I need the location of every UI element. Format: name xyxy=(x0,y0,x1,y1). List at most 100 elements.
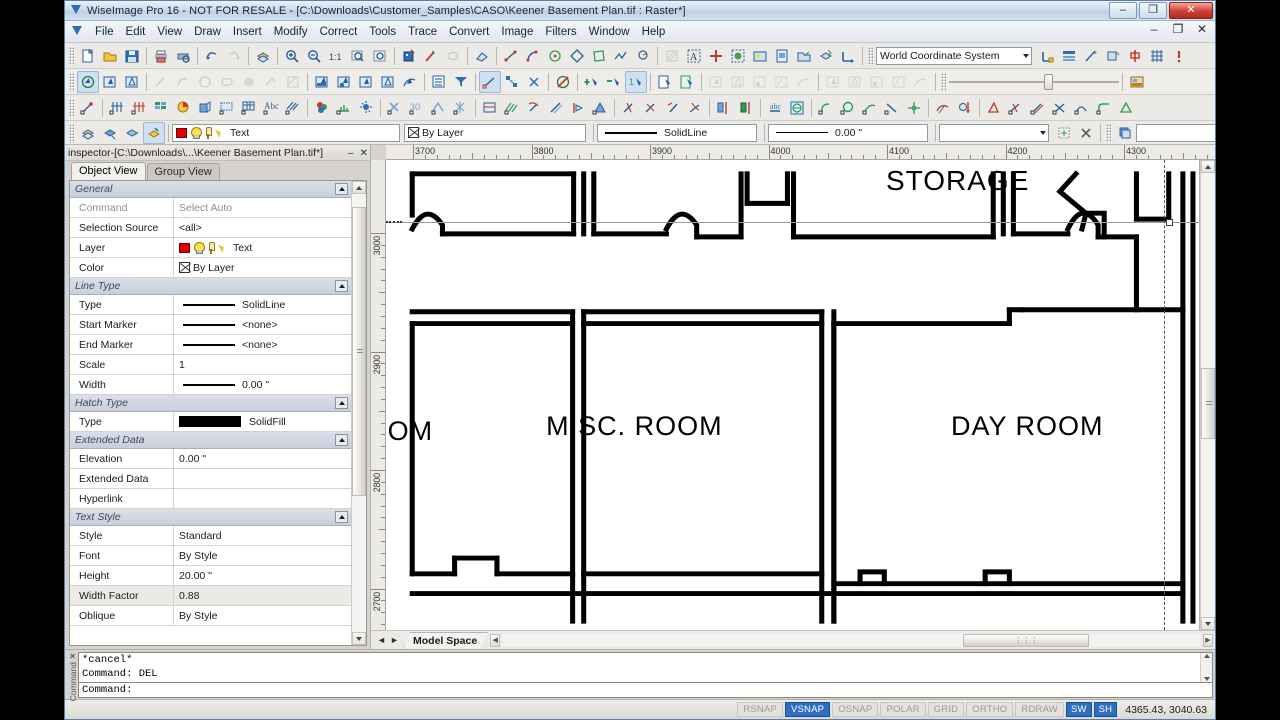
perpendicular-button[interactable] xyxy=(1005,97,1027,119)
menu-window[interactable]: Window xyxy=(583,24,636,40)
property-value[interactable]: By Style xyxy=(174,546,351,565)
collapse-section-button[interactable] xyxy=(335,280,348,292)
layer-manager-button[interactable] xyxy=(77,122,99,144)
despeckle-button[interactable] xyxy=(355,97,377,119)
line-segment-button[interactable] xyxy=(150,71,172,93)
property-value[interactable]: <all> xyxy=(174,218,351,237)
insert-text-button[interactable]: A xyxy=(683,45,705,67)
menu-file[interactable]: File xyxy=(89,24,120,40)
scroll-down-button[interactable] xyxy=(352,632,366,645)
menu-image[interactable]: Image xyxy=(495,24,539,40)
hatch-detect-button[interactable] xyxy=(501,97,523,119)
canvas-scroll-thumb[interactable] xyxy=(1201,368,1215,440)
undo-button[interactable] xyxy=(201,45,223,67)
layer-set-current-button[interactable] xyxy=(143,121,165,144)
raster-select-4-button[interactable] xyxy=(771,71,793,93)
property-row[interactable]: Type SolidLine xyxy=(70,295,351,315)
vector-select-1-button[interactable] xyxy=(822,71,844,93)
property-row[interactable]: Width Factor 0.88 xyxy=(70,586,351,606)
intersect-button[interactable] xyxy=(1049,97,1071,119)
node-move-button[interactable] xyxy=(523,71,545,93)
linetype-combo[interactable]: SolidLine xyxy=(597,123,757,142)
align-left-button[interactable] xyxy=(713,97,735,119)
property-row[interactable]: Color By Layer xyxy=(70,258,351,278)
hscroll-thumb[interactable]: ⋮⋮⋮ xyxy=(963,633,1090,647)
lasso-tool-button[interactable] xyxy=(442,45,464,67)
property-section-general[interactable]: General xyxy=(70,181,351,198)
property-row[interactable]: Font By Style xyxy=(70,546,351,566)
property-value[interactable]: Select Auto xyxy=(174,198,351,217)
vector-select-2-button[interactable] xyxy=(844,71,866,93)
hscroll-left-button[interactable]: ◀ xyxy=(490,633,501,647)
convert-pie-button[interactable] xyxy=(172,97,194,119)
trim-extend-3-button[interactable] xyxy=(662,97,684,119)
add-point-button[interactable] xyxy=(705,45,727,67)
menu-edit[interactable]: Edit xyxy=(120,24,152,40)
convert-lines-button[interactable] xyxy=(106,97,128,119)
mdi-minimize-button[interactable]: – xyxy=(1145,22,1163,36)
command-history[interactable]: *cancel* Command: DEL xyxy=(78,652,1213,683)
redo-button[interactable] xyxy=(223,45,245,67)
rotate-raster-button[interactable] xyxy=(523,97,545,119)
property-row[interactable]: Extended Data xyxy=(70,469,351,489)
menu-draw[interactable]: Draw xyxy=(188,24,227,40)
toolbar-grip[interactable] xyxy=(69,71,75,92)
chamfer-button[interactable] xyxy=(1115,97,1137,119)
menu-convert[interactable]: Convert xyxy=(443,24,495,40)
menu-view[interactable]: View xyxy=(151,24,188,40)
coordinate-system-combo[interactable]: World Coordinate System xyxy=(876,46,1032,65)
hatch-select-button[interactable] xyxy=(282,71,304,93)
property-value[interactable]: Text xyxy=(174,238,351,257)
scroll-track[interactable] xyxy=(352,194,366,632)
status-toggle-sw[interactable]: SW xyxy=(1065,702,1092,717)
add-to-selection-button[interactable] xyxy=(581,71,603,93)
image-open-button[interactable] xyxy=(793,45,815,67)
tab-object-view[interactable]: Object View xyxy=(71,162,146,180)
layer-match-button[interactable] xyxy=(121,122,143,144)
property-row[interactable]: Height 20.00 " xyxy=(70,566,351,586)
node-select-button[interactable] xyxy=(501,71,523,93)
select-page-button[interactable] xyxy=(654,71,676,93)
raster-select-button[interactable] xyxy=(727,45,749,67)
property-row[interactable]: Hyperlink xyxy=(70,489,351,509)
property-row[interactable]: Style Standard xyxy=(70,526,351,546)
menu-correct[interactable]: Correct xyxy=(314,24,364,40)
draw-line-button[interactable] xyxy=(500,45,522,67)
lineweight-combo[interactable]: 0.00 " xyxy=(768,123,928,142)
convert-table-button[interactable] xyxy=(150,97,172,119)
select-by-color-button[interactable] xyxy=(333,71,355,93)
toolbar-grip[interactable] xyxy=(1106,122,1112,143)
filter-button[interactable] xyxy=(450,71,472,93)
origin-marker-button[interactable] xyxy=(1124,45,1146,67)
print-preview-button[interactable] xyxy=(172,45,194,67)
mdi-close-button[interactable]: ✕ xyxy=(1193,22,1211,36)
plot-icon[interactable] xyxy=(215,127,226,139)
new-selection-button[interactable]: 1 xyxy=(625,70,647,93)
vector-select-3-button[interactable] xyxy=(866,71,888,93)
status-toggle-grid[interactable]: GRID xyxy=(927,702,965,717)
remove-from-selection-button[interactable] xyxy=(603,71,625,93)
command-history-scrollbar[interactable] xyxy=(1200,653,1212,682)
menu-help[interactable]: Help xyxy=(636,24,672,40)
status-toggle-sh[interactable]: SH xyxy=(1093,702,1118,717)
align-right-button[interactable] xyxy=(735,97,757,119)
property-value[interactable]: SolidLine xyxy=(174,295,351,314)
restore-button[interactable]: ❐ xyxy=(1139,2,1167,19)
zoom-extents-button[interactable] xyxy=(369,45,391,67)
property-value[interactable]: 1 xyxy=(174,355,351,374)
batch-process-button[interactable] xyxy=(815,45,837,67)
parallel-button[interactable] xyxy=(1027,97,1049,119)
calibration-button[interactable] xyxy=(333,97,355,119)
command-window-close-button[interactable]: ✕ xyxy=(69,653,76,661)
convert-grid-button[interactable] xyxy=(238,97,260,119)
angle-measure-button[interactable] xyxy=(983,97,1005,119)
select-page-green-button[interactable] xyxy=(676,71,698,93)
smooth-button[interactable] xyxy=(932,97,954,119)
property-row[interactable]: End Marker <none> xyxy=(70,335,351,355)
menu-modify[interactable]: Modify xyxy=(268,24,314,40)
offset-button[interactable] xyxy=(545,97,567,119)
line-fit-button[interactable] xyxy=(881,97,903,119)
property-value[interactable]: By Style xyxy=(174,606,351,625)
arc-segment-button[interactable] xyxy=(172,71,194,93)
draw-polyline-button[interactable] xyxy=(522,45,544,67)
